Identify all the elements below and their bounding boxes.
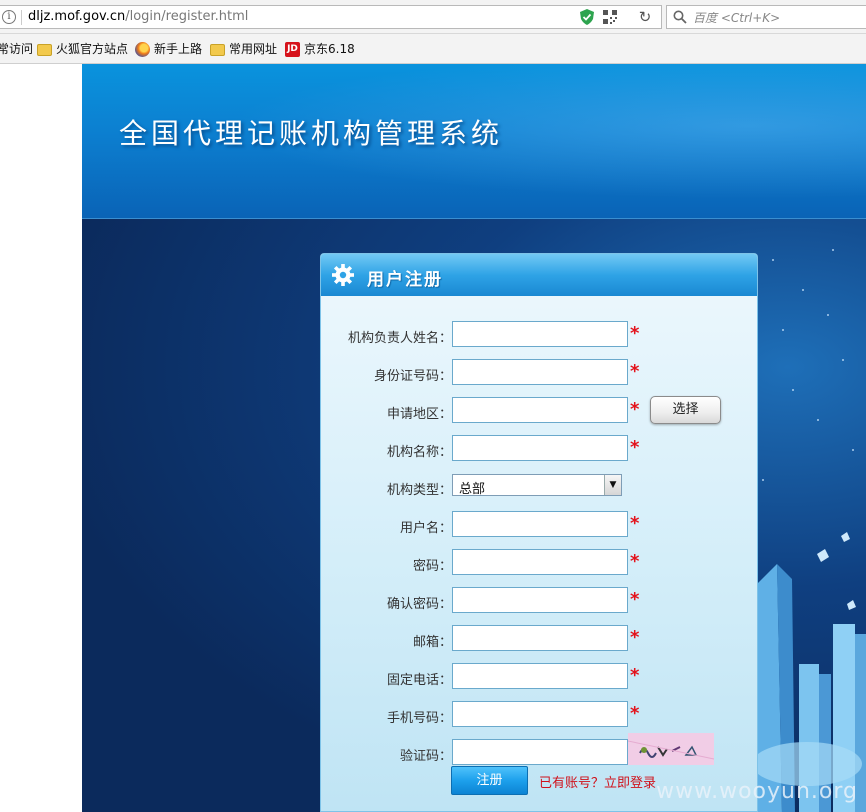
bookmark-label: 新手上路 bbox=[154, 42, 203, 56]
form-row-region: 申请地区： * 选择 bbox=[321, 396, 757, 425]
captcha-image[interactable] bbox=[628, 733, 714, 765]
org-name-input[interactable] bbox=[452, 435, 628, 461]
required-mark: * bbox=[630, 399, 640, 420]
form-row-manager-name: 机构负责人姓名： * bbox=[321, 321, 757, 349]
url-text[interactable]: dljz.mof.gov.cn/login/register.html bbox=[28, 9, 248, 24]
reload-icon[interactable]: ↻ bbox=[637, 9, 653, 25]
field-label: 密码： bbox=[412, 559, 452, 574]
form-row-email: 邮箱： * bbox=[321, 625, 757, 653]
field-label: 身份证号码： bbox=[373, 369, 452, 384]
star-decoration bbox=[782, 329, 784, 331]
address-separator bbox=[21, 10, 22, 25]
search-placeholder: 百度 <Ctrl+K> bbox=[693, 11, 781, 25]
bookmark-common-sites[interactable]: 常用网址 bbox=[210, 41, 277, 59]
site-title: 全国代理记账机构管理系统 bbox=[119, 117, 504, 150]
url-path: /login/register.html bbox=[125, 9, 249, 24]
org-type-value: 总部 bbox=[459, 482, 486, 497]
login-link[interactable]: 已有账号？立即登录 bbox=[539, 772, 656, 791]
bookmark-label: 常用网址 bbox=[229, 42, 278, 56]
form-row-org-name: 机构名称： * bbox=[321, 435, 757, 463]
search-icon bbox=[673, 10, 687, 24]
field-label: 邮箱： bbox=[412, 635, 452, 650]
required-mark: * bbox=[630, 551, 640, 572]
field-label: 手机号码： bbox=[386, 711, 452, 726]
id-number-input[interactable] bbox=[452, 359, 628, 385]
star-decoration bbox=[792, 389, 794, 391]
manager-name-input[interactable] bbox=[452, 321, 628, 347]
dropdown-arrow-icon[interactable]: ▼ bbox=[604, 475, 621, 495]
gear-icon bbox=[332, 264, 354, 286]
form-row-mobile: 手机号码： * bbox=[321, 701, 757, 729]
field-label: 机构负责人姓名： bbox=[347, 331, 452, 346]
star-decoration bbox=[832, 249, 834, 251]
bookmark-getting-started[interactable]: 新手上路 bbox=[135, 41, 202, 59]
required-mark: * bbox=[630, 627, 640, 648]
form-row-confirm-password: 确认密码： * bbox=[321, 587, 757, 615]
browser-toolbar: i dljz.mof.gov.cn/login/register.html ↻ … bbox=[0, 0, 866, 34]
required-mark: * bbox=[630, 323, 640, 344]
bookmark-label: 常访问 bbox=[0, 42, 34, 56]
form-row-captcha: 验证码： bbox=[321, 733, 757, 767]
panel-title: 用户注册 bbox=[367, 270, 443, 290]
select-region-button[interactable]: 选择 bbox=[650, 396, 721, 424]
form-row-username: 用户名： * bbox=[321, 511, 757, 539]
field-label: 确认密码： bbox=[386, 597, 452, 612]
mobile-input[interactable] bbox=[452, 701, 628, 727]
register-submit-button[interactable]: 注册 bbox=[451, 766, 528, 795]
watermark: www.wooyun.org bbox=[656, 779, 858, 804]
jd-icon: JD bbox=[285, 42, 300, 57]
required-mark: * bbox=[630, 703, 640, 724]
confirm-password-input[interactable] bbox=[452, 587, 628, 613]
search-bar[interactable]: 百度 <Ctrl+K> bbox=[666, 5, 866, 29]
form-row-landline: 固定电话： * bbox=[321, 663, 757, 691]
field-label: 机构名称： bbox=[386, 445, 452, 460]
required-mark: * bbox=[630, 437, 640, 458]
password-input[interactable] bbox=[452, 549, 628, 575]
field-label: 用户名： bbox=[399, 521, 452, 536]
star-decoration bbox=[842, 359, 844, 361]
url-host: dljz.mof.gov.cn bbox=[28, 9, 126, 24]
address-bar[interactable]: i dljz.mof.gov.cn/login/register.html ↻ bbox=[0, 5, 662, 29]
register-panel: 用户注册 机构负责人姓名： * 身份证号码： * 申请地区： * 选择 机构名称… bbox=[320, 253, 758, 812]
bookmark-firefox-official[interactable]: 火狐官方站点 bbox=[37, 41, 128, 59]
required-mark: * bbox=[630, 361, 640, 382]
bookmark-jd[interactable]: JD 京东6.18 bbox=[285, 41, 355, 59]
field-label: 验证码： bbox=[399, 749, 452, 764]
form-row-password: 密码： * bbox=[321, 549, 757, 577]
site-header: 全国代理记账机构管理系统 bbox=[82, 64, 866, 219]
email-input[interactable] bbox=[452, 625, 628, 651]
field-label: 固定电话： bbox=[386, 673, 452, 688]
folder-icon bbox=[210, 43, 225, 56]
bookmark-label: 火狐官方站点 bbox=[56, 42, 129, 56]
required-mark: * bbox=[630, 513, 640, 534]
captcha-input[interactable] bbox=[452, 739, 628, 765]
star-decoration bbox=[827, 314, 829, 316]
bookmark-label: 京东6.18 bbox=[304, 42, 355, 56]
form-row-id-number: 身份证号码： * bbox=[321, 359, 757, 387]
page-content: 全国代理记账机构管理系统 用户注册 机构负责人姓名： * 身份证号码： * 申请… bbox=[0, 64, 866, 812]
org-type-select[interactable]: 总部 ▼ bbox=[452, 474, 622, 497]
star-decoration bbox=[852, 449, 854, 451]
username-input[interactable] bbox=[452, 511, 628, 537]
bookmarks-toolbar: 常访问 火狐官方站点 新手上路 常用网址 JD 京东6.18 bbox=[0, 34, 866, 64]
bookmark-frequent[interactable]: 常访问 bbox=[0, 41, 33, 59]
region-input[interactable] bbox=[452, 397, 628, 423]
star-decoration bbox=[817, 419, 819, 421]
star-decoration bbox=[802, 289, 804, 291]
folder-icon bbox=[37, 43, 52, 56]
site-info-icon[interactable]: i bbox=[2, 10, 16, 24]
panel-header: 用户注册 bbox=[321, 254, 757, 296]
landline-input[interactable] bbox=[452, 663, 628, 689]
qr-code-icon[interactable] bbox=[603, 10, 617, 24]
firefox-icon bbox=[135, 42, 150, 57]
field-label: 申请地区： bbox=[386, 407, 452, 422]
star-decoration bbox=[762, 479, 764, 481]
required-mark: * bbox=[630, 589, 640, 610]
required-mark: * bbox=[630, 665, 640, 686]
star-decoration bbox=[772, 259, 774, 261]
form-row-org-type: 机构类型： 总部 ▼ bbox=[321, 473, 757, 501]
app-container: 全国代理记账机构管理系统 用户注册 机构负责人姓名： * 身份证号码： * 申请… bbox=[82, 64, 866, 812]
field-label: 机构类型： bbox=[386, 483, 452, 498]
shield-icon[interactable] bbox=[580, 9, 594, 25]
